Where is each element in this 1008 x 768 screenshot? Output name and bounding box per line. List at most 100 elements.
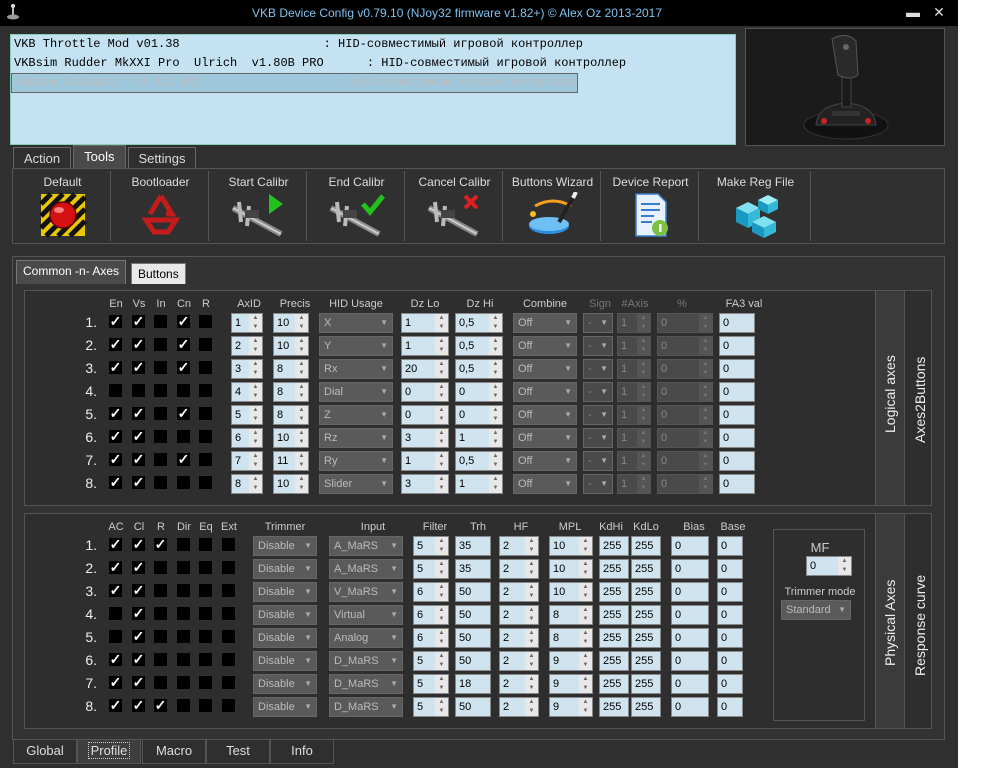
input-select[interactable]: Virtual ▼: [329, 605, 403, 625]
flag-checkbox[interactable]: [109, 384, 122, 397]
flag-checkbox[interactable]: ✓: [109, 698, 122, 712]
trh-input[interactable]: 50: [455, 582, 491, 602]
kdhi-input[interactable]: 255: [599, 536, 629, 556]
flag-checkbox[interactable]: [154, 476, 167, 489]
bias-input[interactable]: 0: [671, 559, 709, 579]
flag-checkbox[interactable]: ✓: [109, 583, 122, 597]
flag-checkbox[interactable]: [177, 607, 190, 620]
base-input[interactable]: 0: [717, 628, 743, 648]
bias-input[interactable]: 0: [671, 582, 709, 602]
cancel-calibr-button[interactable]: Cancel Calibr: [407, 171, 503, 241]
spinner-arrows-icon[interactable]: ▲ ▼: [435, 429, 448, 447]
trimmer-select[interactable]: Disable ▼: [253, 605, 317, 625]
axid-spinner[interactable]: 7 ▲ ▼: [231, 451, 263, 471]
spinner-arrows-icon[interactable]: ▲ ▼: [435, 383, 448, 401]
hf-spinner[interactable]: 2 ▲ ▼: [499, 674, 539, 694]
flag-checkbox[interactable]: ✓: [177, 314, 190, 328]
trimmer-select[interactable]: Disable ▼: [253, 651, 317, 671]
spinner-arrows-icon[interactable]: ▲ ▼: [435, 698, 448, 716]
base-input[interactable]: 0: [717, 697, 743, 717]
dzlo-spinner[interactable]: 3 ▲ ▼: [401, 474, 449, 494]
flag-checkbox[interactable]: ✓: [177, 360, 190, 374]
tab-test[interactable]: Test: [206, 740, 270, 764]
hf-spinner[interactable]: 2 ▲ ▼: [499, 559, 539, 579]
flag-checkbox[interactable]: [222, 676, 235, 689]
kdlo-input[interactable]: 255: [631, 605, 661, 625]
mf-spinner[interactable]: 0 ▲ ▼: [806, 556, 852, 576]
mpl-spinner[interactable]: 10 ▲ ▼: [549, 559, 593, 579]
precis-spinner[interactable]: 10 ▲ ▼: [273, 428, 309, 448]
trh-input[interactable]: 50: [455, 651, 491, 671]
flag-checkbox[interactable]: [222, 607, 235, 620]
flag-checkbox[interactable]: ✓: [132, 452, 145, 466]
flag-checkbox[interactable]: ✓: [132, 652, 145, 666]
spinner-arrows-icon[interactable]: ▲ ▼: [435, 360, 448, 378]
flag-checkbox[interactable]: ✓: [132, 537, 145, 551]
spinner-arrows-icon[interactable]: ▲ ▼: [435, 675, 448, 693]
base-input[interactable]: 0: [717, 559, 743, 579]
mpl-spinner[interactable]: 8 ▲ ▼: [549, 605, 593, 625]
dzlo-spinner[interactable]: 0 ▲ ▼: [401, 382, 449, 402]
combine-select[interactable]: Off ▼: [513, 474, 577, 494]
dzhi-spinner[interactable]: 0,5 ▲ ▼: [455, 336, 503, 356]
flag-checkbox[interactable]: ✓: [132, 406, 145, 420]
bootloader-button[interactable]: Bootloader: [113, 171, 209, 241]
flag-checkbox[interactable]: [199, 630, 212, 643]
flag-checkbox[interactable]: [199, 676, 212, 689]
hf-spinner[interactable]: 2 ▲ ▼: [499, 697, 539, 717]
axid-spinner[interactable]: 8 ▲ ▼: [231, 474, 263, 494]
spinner-arrows-icon[interactable]: ▲ ▼: [249, 314, 262, 332]
dzhi-spinner[interactable]: 0,5 ▲ ▼: [455, 359, 503, 379]
flag-checkbox[interactable]: [177, 653, 190, 666]
trimmer-select[interactable]: Disable ▼: [253, 582, 317, 602]
mpl-spinner[interactable]: 9 ▲ ▼: [549, 697, 593, 717]
flag-checkbox[interactable]: [222, 538, 235, 551]
flag-checkbox[interactable]: [199, 476, 212, 489]
input-select[interactable]: A_MaRS ▼: [329, 559, 403, 579]
flag-checkbox[interactable]: ✓: [132, 560, 145, 574]
hf-spinner[interactable]: 2 ▲ ▼: [499, 651, 539, 671]
flag-checkbox[interactable]: [154, 315, 167, 328]
fa3-input[interactable]: 0: [719, 336, 755, 356]
device-item[interactable]: VKBsim Rudder MkXXI Pro Ulrich v1.80B PR…: [11, 54, 735, 73]
flag-checkbox[interactable]: [199, 430, 212, 443]
spinner-arrows-icon[interactable]: ▲ ▼: [525, 629, 538, 647]
combine-select[interactable]: Off ▼: [513, 428, 577, 448]
spinner-arrows-icon[interactable]: ▲ ▼: [295, 452, 308, 470]
trh-input[interactable]: 18: [455, 674, 491, 694]
flag-checkbox[interactable]: ✓: [132, 475, 145, 489]
hf-spinner[interactable]: 2 ▲ ▼: [499, 605, 539, 625]
flag-checkbox[interactable]: [199, 653, 212, 666]
flag-checkbox[interactable]: [199, 315, 212, 328]
close-button[interactable]: ✕: [926, 0, 952, 24]
filter-spinner[interactable]: 5 ▲ ▼: [413, 674, 449, 694]
spinner-arrows-icon[interactable]: ▲ ▼: [249, 452, 262, 470]
trh-input[interactable]: 50: [455, 697, 491, 717]
precis-spinner[interactable]: 8 ▲ ▼: [273, 382, 309, 402]
spinner-arrows-icon[interactable]: ▲ ▼: [249, 406, 262, 424]
hid-usage-select[interactable]: Z ▼: [319, 405, 393, 425]
base-input[interactable]: 0: [717, 536, 743, 556]
spinner-arrows-icon[interactable]: ▲ ▼: [579, 652, 592, 670]
make-reg-file-button[interactable]: Make Reg File: [701, 171, 811, 241]
flag-checkbox[interactable]: ✓: [154, 698, 167, 712]
spinner-arrows-icon[interactable]: ▲ ▼: [435, 452, 448, 470]
fa3-input[interactable]: 0: [719, 359, 755, 379]
spinner-arrows-icon[interactable]: ▲ ▼: [579, 583, 592, 601]
flag-checkbox[interactable]: [199, 407, 212, 420]
flag-checkbox[interactable]: ✓: [109, 429, 122, 443]
spinner-arrows-icon[interactable]: ▲ ▼: [489, 406, 502, 424]
axid-spinner[interactable]: 3 ▲ ▼: [231, 359, 263, 379]
bias-input[interactable]: 0: [671, 651, 709, 671]
spinner-arrows-icon[interactable]: ▲ ▼: [489, 429, 502, 447]
mpl-spinner[interactable]: 9 ▲ ▼: [549, 651, 593, 671]
spinner-arrows-icon[interactable]: ▲ ▼: [579, 560, 592, 578]
flag-checkbox[interactable]: [154, 384, 167, 397]
spinner-arrows-icon[interactable]: ▲ ▼: [435, 406, 448, 424]
precis-spinner[interactable]: 10 ▲ ▼: [273, 313, 309, 333]
flag-checkbox[interactable]: [199, 699, 212, 712]
combine-select[interactable]: Off ▼: [513, 382, 577, 402]
combine-select[interactable]: Off ▼: [513, 336, 577, 356]
spinner-arrows-icon[interactable]: ▲ ▼: [249, 360, 262, 378]
dzlo-spinner[interactable]: 0 ▲ ▼: [401, 405, 449, 425]
